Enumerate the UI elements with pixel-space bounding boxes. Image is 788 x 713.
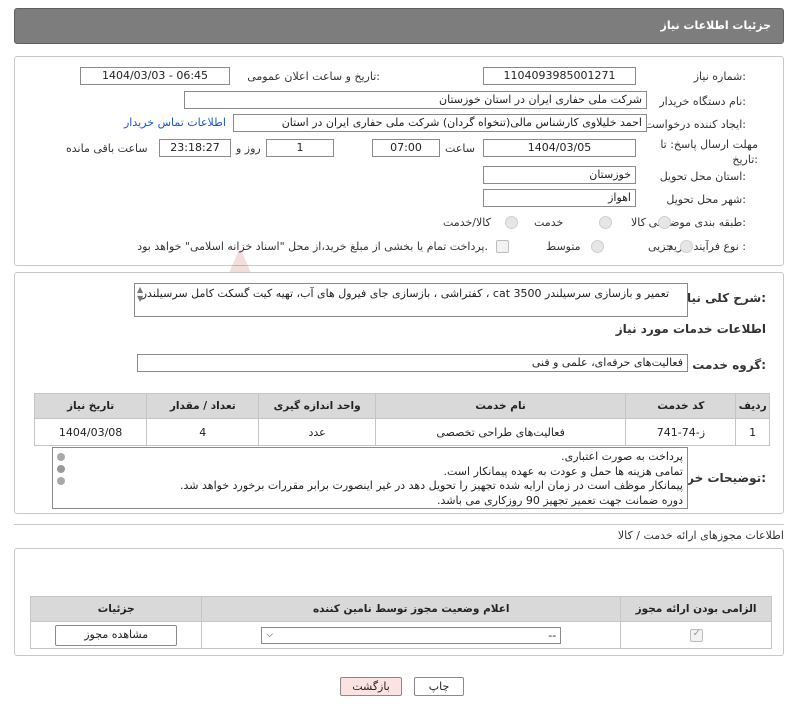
category-radio-goods[interactable] [658, 216, 671, 229]
license-details-cell: مشاهده مجوز [29, 621, 203, 649]
summary-scroll-icon[interactable]: ▲ ▼ [137, 285, 143, 303]
col-quantity: تعداد / مقدار [146, 393, 260, 419]
scroll-down-icon[interactable] [57, 477, 65, 485]
table-row: ✓ -- ⌵ مشاهده مجوز [29, 621, 772, 649]
license-required-cell: ✓ [620, 621, 772, 649]
col-row: ردیف [735, 393, 770, 419]
buyer-note-line: دوره ضمانت جهت تعمیر تجهیز 90 روزکاری می… [437, 493, 683, 507]
buyer-notes-textarea[interactable]: پرداخت به صورت اعتباری. تمامی هزینه ها ح… [52, 447, 688, 509]
summary-text: تعمیر و بازسازی سرسیلندر cat 3500 ، کفتر… [141, 287, 669, 300]
province-field: خوزستان [483, 166, 636, 184]
buyer-note-line: پرداخت به صورت اعتباری. [561, 450, 683, 463]
deadline-label-text: مهلت ارسال پاسخ: تا تاریخ: [660, 138, 758, 166]
license-status-cell: -- ⌵ [201, 621, 622, 649]
row-index: 1 [735, 418, 770, 446]
license-required-checkbox: ✓ [689, 627, 703, 642]
summary-textarea[interactable]: تعمیر و بازسازی سرسیلندر cat 3500 ، کفتر… [134, 283, 688, 317]
purchase-type-radio-minor[interactable] [680, 240, 693, 253]
notes-scrollbar[interactable] [56, 451, 66, 505]
purchase-type-medium-label: متوسط [546, 240, 581, 253]
city-label: شهر محل تحویل: [666, 193, 746, 206]
buyer-contact-link[interactable]: اطلاعات تماس خریدار [124, 116, 226, 129]
print-button[interactable]: چاپ [414, 677, 464, 696]
licenses-table-wrap: الزامی بودن ارائه مجوز اعلام وضعیت مجوز … [29, 596, 772, 649]
page-title: جزئیات اطلاعات نیاز [660, 19, 772, 32]
view-license-button[interactable]: مشاهده مجوز [55, 624, 178, 646]
licenses-table: الزامی بودن ارائه مجوز اعلام وضعیت مجوز … [29, 596, 772, 649]
col-license-status: اعلام وضعیت مجوز توسط نامین کننده [201, 596, 622, 622]
days-label: روز و [236, 142, 261, 155]
deadline-time-label: ساعت [445, 142, 475, 155]
col-unit: واحد اندازه گیری [258, 393, 376, 419]
days-remaining-field: 1 [266, 139, 334, 157]
service-group-label: گروه خدمت: [692, 358, 766, 372]
announce-datetime-field: 1404/03/03 - 06:45 [80, 67, 230, 85]
services-table-header: ردیف کد خدمت نام خدمت واحد اندازه گیری ت… [33, 393, 770, 419]
col-license-details: جزئیات [29, 596, 203, 622]
purchase-type-minor-label: جزیی [648, 240, 674, 253]
category-goods-service-label: کالا/خدمت [443, 216, 491, 229]
category-goods-label: کالا [631, 216, 646, 229]
services-table-wrap: ردیف کد خدمت نام خدمت واحد اندازه گیری ت… [33, 393, 770, 446]
check-icon: ✓ [692, 627, 701, 639]
col-service-name: نام خدمت [374, 393, 627, 419]
license-status-select[interactable]: -- ⌵ [261, 626, 562, 644]
licenses-divider [14, 524, 784, 525]
services-table: ردیف کد خدمت نام خدمت واحد اندازه گیری ت… [33, 393, 770, 446]
deadline-date-field: 1404/03/05 [483, 139, 636, 157]
city-field: اهواز [483, 189, 636, 207]
creator-field: احمد خلیلاوی کارشناس مالی(تنخواه گردان) … [233, 114, 647, 132]
deadline-label: مهلت ارسال پاسخ: تا تاریخ: [658, 137, 758, 167]
scroll-thumb-icon[interactable] [57, 465, 65, 473]
service-group-field: فعالیت‌های حرفه‌ای، علمی و فنی [137, 354, 688, 372]
buyer-note-line: تمامی هزینه ها حمل و عودت به عهده پیمانک… [443, 464, 684, 478]
announce-datetime-label: تاریخ و ساعت اعلان عمومی: [247, 70, 380, 83]
summary-label: شرح کلی نیاز: [680, 291, 766, 305]
licenses-section-title: اطلاعات مجوزهای ارائه خدمت / کالا [617, 529, 784, 542]
treasury-checkbox[interactable] [496, 240, 509, 253]
row-service-code: ز-74-741 [625, 418, 737, 446]
category-radio-goods-service[interactable] [505, 216, 518, 229]
need-number-field: 1104093985001271 [483, 67, 636, 85]
col-license-required: الزامی بودن ارائه مجوز [620, 596, 772, 622]
deadline-time-field: 07:00 [372, 139, 440, 157]
back-button[interactable]: بازگشت [340, 677, 402, 696]
licenses-table-header: الزامی بودن ارائه مجوز اعلام وضعیت مجوز … [29, 596, 772, 622]
license-status-value: -- [548, 628, 557, 642]
purchase-type-radio-medium[interactable] [591, 240, 604, 253]
page-header: جزئیات اطلاعات نیاز [14, 8, 784, 44]
time-remaining-field: 23:18:27 [159, 139, 231, 157]
category-radio-service[interactable] [599, 216, 612, 229]
row-unit: عدد [258, 418, 376, 446]
table-row: 1 ز-74-741 فعالیت‌های طراحی تخصصی عدد 4 … [33, 418, 770, 446]
buyer-note-line: پیمانکار موظف است در زمان ارایه شده تجهی… [180, 479, 683, 492]
col-need-date: تاریخ نیاز [33, 393, 148, 419]
row-need-date: 1404/03/08 [33, 418, 148, 446]
buyer-org-field: شرکت ملی حفاری ایران در استان خوزستان [184, 91, 647, 109]
chevron-down-icon: ⌵ [266, 630, 274, 640]
treasury-note: پرداخت تمام یا بخشی از مبلغ خرید،از محل … [137, 240, 488, 253]
row-service-name: فعالیت‌های طراحی تخصصی [374, 418, 627, 446]
services-section-title: اطلاعات خدمات مورد نیاز [615, 322, 766, 336]
row-quantity: 4 [146, 418, 260, 446]
need-number-label: شماره نیاز: [693, 70, 746, 83]
creator-label: ایجاد کننده درخواست: [644, 118, 746, 131]
province-label: استان محل تحویل: [659, 170, 746, 183]
scroll-up-icon[interactable] [57, 453, 65, 461]
time-remaining-label: ساعت باقی مانده [66, 142, 148, 155]
col-service-code: کد خدمت [625, 393, 737, 419]
buyer-org-label: نام دستگاه خریدار: [659, 95, 746, 108]
category-service-label: خدمت [534, 216, 564, 229]
